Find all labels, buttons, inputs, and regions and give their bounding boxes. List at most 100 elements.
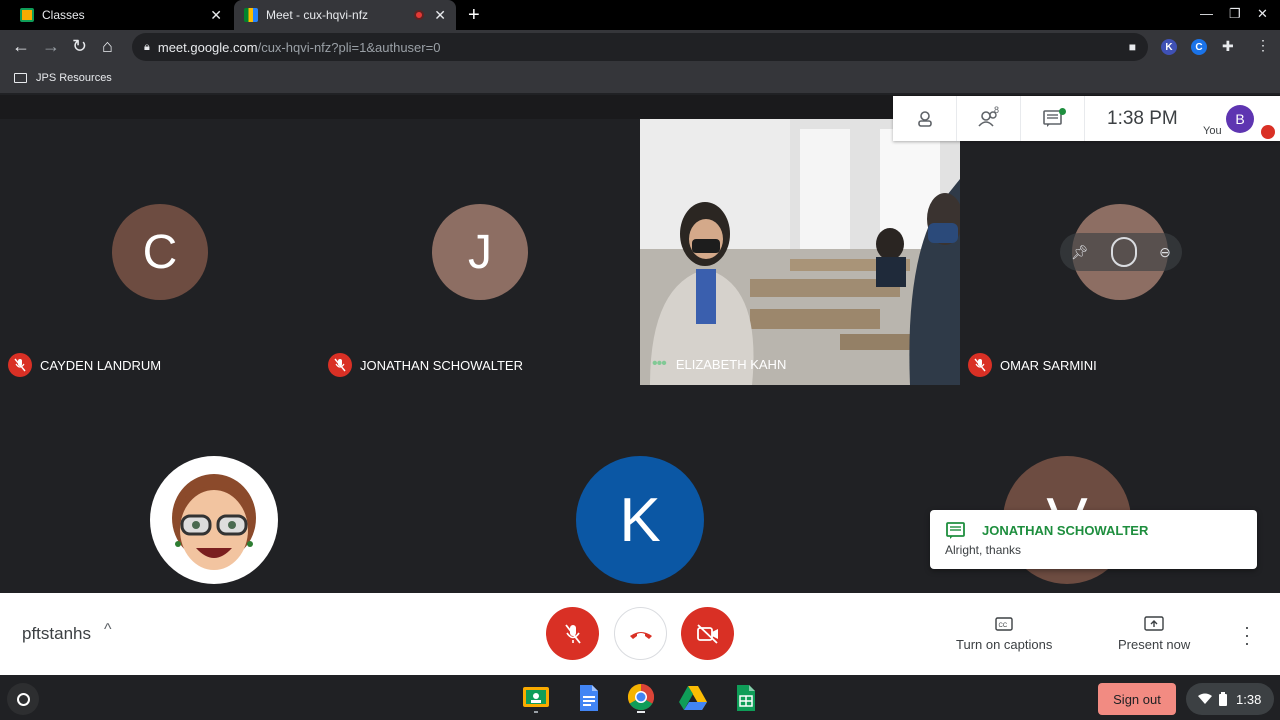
meeting-details-button[interactable] — [893, 96, 957, 141]
meeting-controls-bar: pftstanhs ^ CC Turn on captions Present … — [0, 593, 1280, 675]
url-path: /cux-hqvi-nfz?pli=1&authuser=0 — [257, 39, 441, 55]
participant-tile[interactable]: C CAYDEN LANDRUM — [0, 119, 320, 385]
chat-notification[interactable]: JONATHAN SCHOWALTER Alright, thanks — [930, 510, 1257, 569]
participant-nameplate: ••• ELIZABETH KAHN — [650, 355, 786, 373]
restore-icon[interactable]: ❐ — [1229, 6, 1241, 22]
browser-toolbar: ← → ↻ ⌂ 🔒︎ meet.google.com /cux-hqvi-nfz… — [0, 30, 1280, 64]
camera-off-icon — [696, 623, 718, 644]
present-now-button[interactable]: Present now — [1118, 613, 1190, 652]
lock-icon: 🔒︎ — [144, 40, 150, 53]
people-button[interactable]: 8 — [957, 96, 1021, 141]
google-docs-icon[interactable] — [573, 683, 603, 713]
classroom-video-frame — [640, 119, 960, 385]
participant-nameplate: OMAR SARMINI — [968, 353, 1097, 377]
wifi-icon — [1198, 693, 1212, 704]
reload-icon[interactable]: ↻ — [72, 36, 87, 57]
chat-icon — [946, 522, 965, 539]
recording-indicator-icon — [414, 10, 425, 20]
microphone-toggle-button[interactable] — [546, 607, 599, 660]
tab-meet[interactable]: Meet - cux-hqvi-nfz ✕ — [234, 0, 456, 30]
participant-video-tile[interactable]: ••• ELIZABETH KAHN — [640, 119, 960, 385]
participant-name: CAYDEN LANDRUM — [40, 357, 162, 373]
mic-off-icon — [968, 353, 992, 377]
close-icon[interactable]: ✕ — [434, 7, 446, 24]
more-vert-icon[interactable]: ⋮ — [1256, 37, 1270, 54]
chat-message: Alright, thanks — [945, 543, 1022, 557]
google-meet-icon — [244, 8, 258, 22]
svg-text:CC: CC — [999, 623, 1008, 629]
participant-nameplate: CAYDEN LANDRUM — [8, 353, 161, 377]
bookmark-folder[interactable]: JPS Resources — [14, 72, 112, 84]
participant-name: ELIZABETH KAHN — [675, 356, 787, 372]
avatar: C — [112, 204, 208, 300]
google-drive-icon[interactable] — [678, 683, 708, 713]
chrome-icon[interactable] — [626, 683, 656, 713]
user-mic-off-icon — [1261, 125, 1275, 139]
avatar: K — [576, 456, 704, 584]
bitmoji-face-icon — [172, 474, 256, 570]
user-avatar[interactable]: B — [1226, 105, 1254, 133]
close-window-icon[interactable]: ✕ — [1257, 6, 1268, 22]
google-sheets-icon[interactable] — [730, 683, 760, 713]
leave-call-button[interactable] — [614, 607, 667, 660]
camera-toggle-button[interactable] — [681, 607, 734, 660]
chat-button[interactable] — [1021, 96, 1085, 141]
google-classroom-icon[interactable] — [521, 683, 551, 713]
participant-count: 8 — [994, 105, 1000, 115]
address-bar[interactable]: 🔒︎ meet.google.com /cux-hqvi-nfz?pli=1&a… — [132, 33, 1148, 61]
new-tab-button[interactable]: + — [468, 4, 480, 27]
hang-up-icon — [629, 631, 652, 639]
status-tray[interactable]: 1:38 — [1186, 683, 1274, 715]
mic-off-icon — [564, 623, 581, 644]
participant-tile[interactable]: J JONATHAN SCHOWALTER — [320, 119, 640, 385]
launcher-icon — [16, 692, 30, 706]
closed-captions-icon: CC — [995, 617, 1013, 631]
close-icon[interactable]: ✕ — [210, 7, 222, 24]
tile-hover-controls: 📌︎ ⊖ — [1060, 233, 1182, 271]
captions-label: Turn on captions — [956, 637, 1053, 652]
participant-name: OMAR SARMINI — [1000, 357, 1097, 373]
bookmark-label: JPS Resources — [36, 72, 112, 84]
mute-participant-icon[interactable] — [1111, 237, 1138, 267]
google-classroom-icon — [20, 8, 34, 22]
extension-k-icon[interactable]: K — [1161, 39, 1177, 55]
speaking-indicator-icon: ••• — [652, 355, 667, 372]
bitmoji-avatar — [150, 456, 278, 584]
forward-icon[interactable]: → — [42, 36, 60, 57]
screen: Classes ✕ Meet - cux-hqvi-nfz ✕ + — ❐ ✕ … — [0, 0, 1280, 720]
back-icon[interactable]: ← — [12, 36, 30, 57]
captions-button[interactable]: CC Turn on captions — [956, 613, 1052, 652]
more-options-icon[interactable]: · · · — [1244, 618, 1250, 652]
meeting-info-panel: 8 1:38 PM You B — [893, 96, 1280, 141]
system-clock: 1:38 — [1236, 691, 1262, 707]
minimize-icon[interactable]: — — [1200, 6, 1213, 21]
extension-c-icon[interactable]: C — [1191, 39, 1207, 55]
present-screen-icon — [1144, 616, 1164, 631]
you-label: You — [1203, 125, 1222, 137]
avatar: J — [432, 204, 528, 300]
chevron-up-icon[interactable]: ^ — [104, 621, 112, 639]
tab-classes[interactable]: Classes ✕ — [10, 0, 232, 30]
pin-icon[interactable]: 📌︎ — [1071, 244, 1089, 261]
camera-in-use-icon[interactable]: ■ — [1129, 40, 1136, 54]
participant-nameplate: JONATHAN SCHOWALTER — [328, 353, 523, 377]
bookmarks-bar: JPS Resources — [0, 64, 1280, 94]
mic-off-icon — [328, 353, 352, 377]
sign-out-button[interactable]: Sign out — [1098, 683, 1176, 715]
present-label: Present now — [1118, 637, 1191, 652]
meeting-code[interactable]: pftstanhs — [22, 624, 91, 644]
participant-name: JONATHAN SCHOWALTER — [360, 357, 523, 373]
tab-strip: Classes ✕ Meet - cux-hqvi-nfz ✕ + — ❐ ✕ — [0, 0, 1280, 30]
home-icon[interactable]: ⌂ — [102, 36, 113, 57]
puzzle-icon[interactable]: ✚ — [1222, 38, 1234, 55]
person-icon — [917, 110, 932, 127]
unread-dot — [1059, 108, 1066, 115]
tab-title: Meet - cux-hqvi-nfz — [266, 8, 369, 22]
launcher-button[interactable] — [7, 683, 39, 715]
remove-icon[interactable]: ⊖ — [1159, 244, 1171, 261]
url-host: meet.google.com — [157, 39, 258, 55]
folder-icon — [14, 73, 27, 83]
mic-off-icon — [8, 353, 32, 377]
battery-icon — [1219, 692, 1227, 706]
meeting-clock: 1:38 PM — [1107, 107, 1178, 129]
